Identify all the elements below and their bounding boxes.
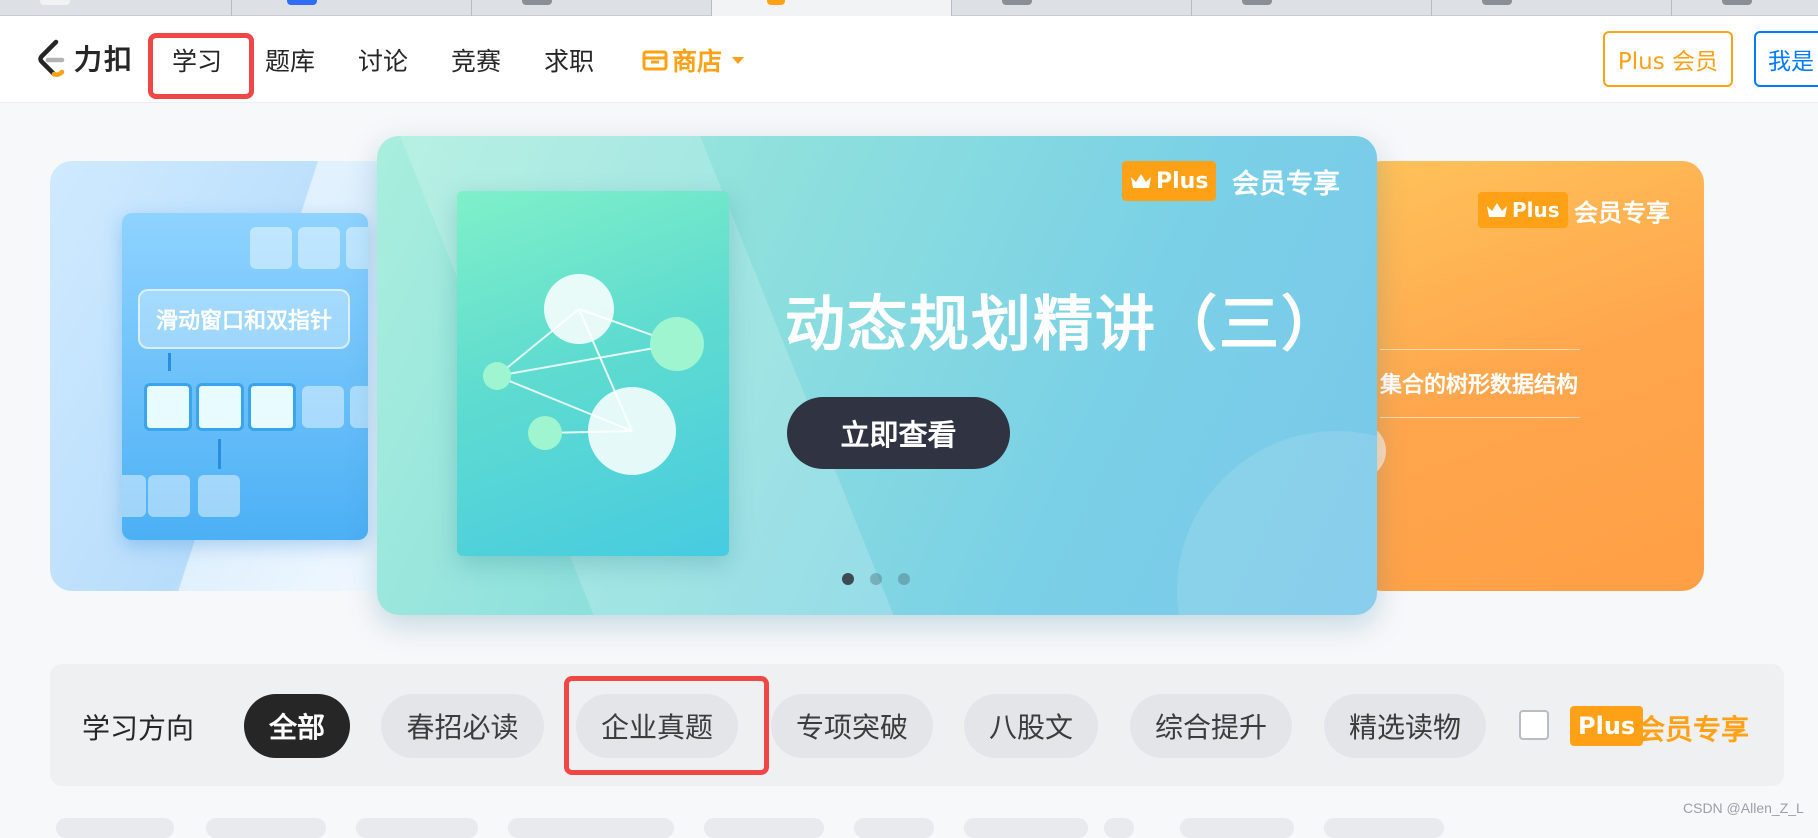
learning-direction-filter: 学习方向 全部 春招必读 企业真题 专项突破 八股文 综合提升 精选读物 Plu… [50,664,1784,786]
tab-favicon-icon [1002,0,1032,5]
logo-text: 力扣 [74,43,135,76]
nav-item-learn[interactable]: 学习 [172,42,222,78]
filter-chip-partial[interactable] [56,818,174,838]
carousel-dot[interactable] [842,573,854,585]
browser-tab-active[interactable] [712,0,952,16]
plus-membership-button[interactable]: Plus 会员 [1603,31,1733,87]
members-only-label: 会员专享 [1637,713,1750,746]
browser-tab[interactable] [472,0,712,16]
graph-illustration-icon [483,274,704,475]
browser-tab[interactable] [0,0,232,16]
filter-chip-partial[interactable] [704,818,824,838]
browser-tab[interactable] [952,0,1192,16]
nav-item-jobs[interactable]: 求职 [544,42,594,78]
top-navbar: 力扣 学习 题库 讨论 竞赛 求职 商店 Plus 会员 我是 [0,16,1818,103]
iam-button[interactable]: 我是 [1754,31,1818,87]
filter-chip-company-questions[interactable]: 企业真题 [576,694,738,758]
filter-chip-interview-basics[interactable]: 八股文 [964,694,1098,758]
tab-favicon-icon [40,0,70,5]
crown-icon [1131,174,1151,188]
tab-favicon-icon [1722,0,1752,5]
arrow-down-icon [168,353,171,371]
browser-tab[interactable] [1192,0,1432,16]
filter-chip-all[interactable]: 全部 [244,694,350,758]
tab-favicon-icon [767,0,785,5]
members-only-label: 会员专享 [1232,169,1340,200]
leetcode-logo[interactable]: 力扣 [34,38,134,78]
view-now-button[interactable]: 立即查看 [787,397,1010,469]
filter-chip-selected-reading[interactable]: 精选读物 [1324,694,1486,758]
course-cover-label: 滑动窗口和双指针 [138,289,350,349]
nav-item-problemset[interactable]: 题库 [265,42,315,78]
browser-tab[interactable] [1432,0,1672,16]
store-icon [642,50,668,71]
course-cover-image: 滑动窗口和双指针 [122,213,368,540]
carousel-dot[interactable] [898,573,910,585]
filter-chip-partial[interactable] [508,818,674,838]
carousel-pagination [842,573,910,585]
members-only-label: 会员专享 [1574,199,1670,227]
browser-tab-strip [0,0,1818,16]
filter-chip-partial[interactable] [854,818,934,838]
filter-chip-spring-recruit[interactable]: 春招必读 [381,694,544,758]
browser-tab[interactable] [232,0,472,16]
crown-icon [1487,203,1507,217]
divider [1380,349,1580,350]
carousel-dot[interactable] [870,573,882,585]
filter-chip-partial[interactable] [1180,818,1294,838]
filter-chip-partial[interactable] [206,818,326,838]
course-description: 集合的树形数据结构 [1380,373,1579,398]
course-cover-image [457,191,729,556]
course-title: 动态规划精讲（三） [785,290,1343,360]
carousel-card-active[interactable]: Plus 会员专享 动态规划精讲（三） 立即查看 [377,136,1377,615]
browser-tab[interactable] [1672,0,1818,16]
filter-chip-comprehensive[interactable]: 综合提升 [1130,694,1292,758]
filter-label: 学习方向 [82,712,195,745]
filter-chip-special-breakthrough[interactable]: 专项突破 [771,694,933,758]
store-label: 商店 [672,47,723,76]
tab-favicon-icon [522,0,552,5]
tab-favicon-icon [287,0,317,5]
plus-badge: Plus [1122,161,1217,201]
nav-item-store[interactable]: 商店 [642,42,745,78]
tab-favicon-icon [1482,0,1512,5]
members-only-checkbox[interactable] [1519,710,1549,740]
tab-favicon-icon [1242,0,1272,5]
leetcode-logo-icon [38,39,65,77]
chevron-down-icon [732,56,745,64]
filter-chip-partial[interactable] [964,818,1088,838]
carousel-card-next[interactable]: Plus 会员专享 集合的树形数据结构 [1360,161,1704,591]
filter-chip-partial[interactable] [1104,818,1134,838]
arrow-up-icon [218,439,221,469]
nav-item-discuss[interactable]: 讨论 [358,42,408,78]
plus-badge: Plus [1570,706,1644,746]
nav-item-contest[interactable]: 竞赛 [451,42,501,78]
filter-chip-partial[interactable] [356,818,478,838]
carousel-card-prev[interactable]: 滑动窗口和双指针 [50,161,410,591]
divider [1380,417,1580,418]
filter-chip-partial[interactable] [1324,818,1444,838]
plus-badge: Plus [1478,192,1568,228]
csdn-watermark: CSDN @Allen_Z_L [1683,800,1804,816]
